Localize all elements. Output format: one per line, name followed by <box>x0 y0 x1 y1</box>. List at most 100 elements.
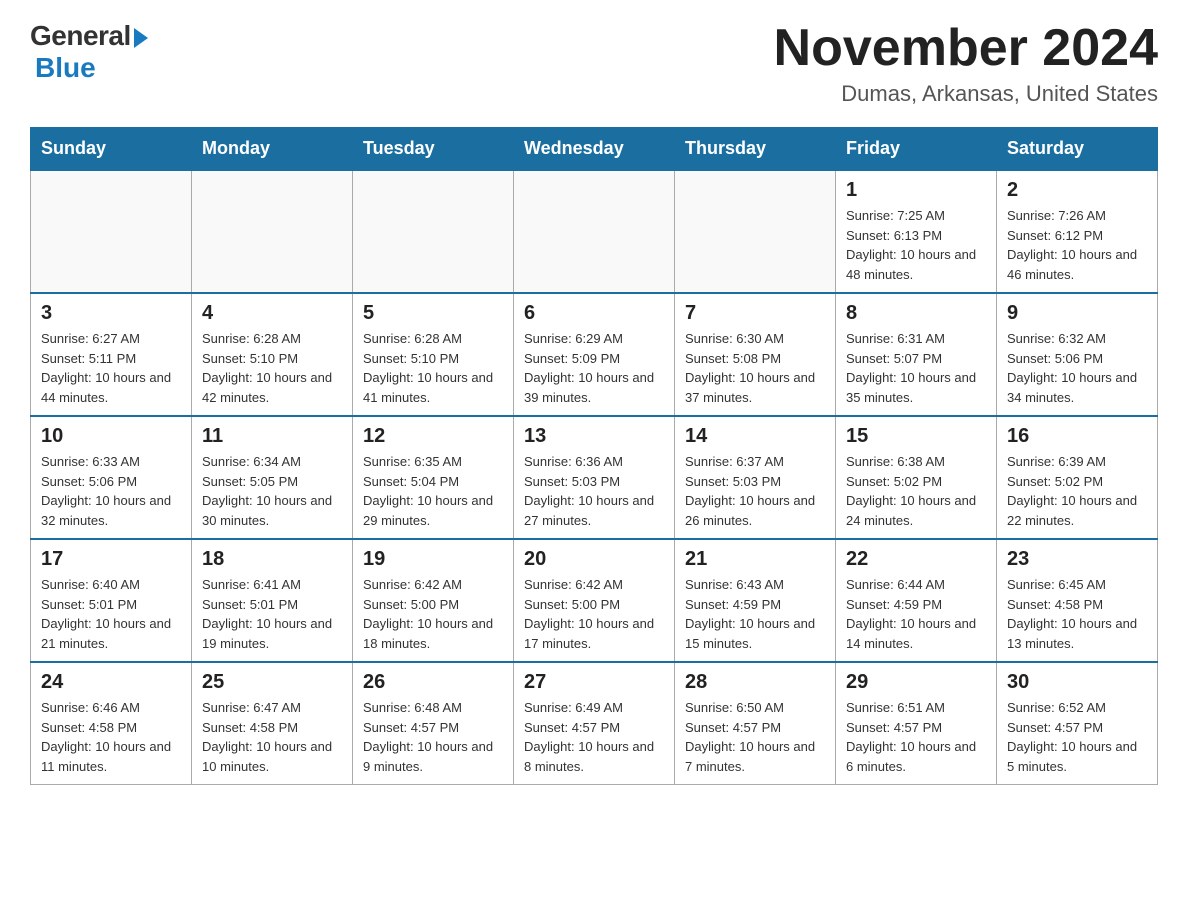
calendar-cell: 11 Sunrise: 6:34 AMSunset: 5:05 PMDayligh… <box>192 416 353 539</box>
calendar-cell: 28 Sunrise: 6:50 AMSunset: 4:57 PMDayligh… <box>675 662 836 785</box>
logo-blue-text: Blue <box>35 52 96 84</box>
day-number: 25 <box>202 671 342 694</box>
calendar-cell: 6 Sunrise: 6:29 AMSunset: 5:09 PMDaylight… <box>514 293 675 416</box>
calendar-cell: 25 Sunrise: 6:47 AMSunset: 4:58 PMDayligh… <box>192 662 353 785</box>
calendar-cell: 4 Sunrise: 6:28 AMSunset: 5:10 PMDaylight… <box>192 293 353 416</box>
week-row-1: 1Sunrise: 7:25 AMSunset: 6:13 PMDaylight… <box>31 170 1158 293</box>
day-info: Sunrise: 6:34 AMSunset: 5:05 PMDaylight:… <box>202 452 342 530</box>
day-info: Sunrise: 6:52 AMSunset: 4:57 PMDaylight:… <box>1007 698 1147 776</box>
day-number: 14 <box>685 425 825 448</box>
calendar-cell <box>31 170 192 293</box>
weekday-header-thursday: Thursday <box>675 128 836 171</box>
calendar-cell: 7Sunrise: 6:30 AMSunset: 5:08 PMDaylight… <box>675 293 836 416</box>
location-subtitle: Dumas, Arkansas, United States <box>774 81 1158 107</box>
day-info: Sunrise: 6:51 AMSunset: 4:57 PMDaylight:… <box>846 698 986 776</box>
month-year-title: November 2024 <box>774 20 1158 77</box>
day-info: Sunrise: 6:44 AMSunset: 4:59 PMDaylight:… <box>846 575 986 653</box>
calendar-cell: 1Sunrise: 7:25 AMSunset: 6:13 PMDaylight… <box>836 170 997 293</box>
day-number: 4 <box>202 302 342 325</box>
calendar-cell <box>192 170 353 293</box>
day-info: Sunrise: 6:28 AMSunset: 5:10 PMDaylight:… <box>202 329 342 407</box>
day-info: Sunrise: 6:50 AMSunset: 4:57 PMDaylight:… <box>685 698 825 776</box>
day-number: 11 <box>202 425 342 448</box>
day-info: Sunrise: 6:32 AMSunset: 5:06 PMDaylight:… <box>1007 329 1147 407</box>
day-info: Sunrise: 6:41 AMSunset: 5:01 PMDaylight:… <box>202 575 342 653</box>
calendar-cell: 18 Sunrise: 6:41 AMSunset: 5:01 PMDayligh… <box>192 539 353 662</box>
day-number: 30 <box>1007 671 1147 694</box>
calendar-cell: 23 Sunrise: 6:45 AMSunset: 4:58 PMDayligh… <box>997 539 1158 662</box>
day-number: 28 <box>685 671 825 694</box>
day-number: 10 <box>41 425 181 448</box>
day-number: 5 <box>363 302 503 325</box>
day-info: Sunrise: 6:47 AMSunset: 4:58 PMDaylight:… <box>202 698 342 776</box>
logo: General Blue <box>30 20 148 84</box>
calendar-cell: 16 Sunrise: 6:39 AMSunset: 5:02 PMDayligh… <box>997 416 1158 539</box>
day-info: Sunrise: 6:42 AMSunset: 5:00 PMDaylight:… <box>524 575 664 653</box>
day-number: 6 <box>524 302 664 325</box>
calendar-cell: 17 Sunrise: 6:40 AMSunset: 5:01 PMDayligh… <box>31 539 192 662</box>
day-info: Sunrise: 6:43 AMSunset: 4:59 PMDaylight:… <box>685 575 825 653</box>
day-number: 17 <box>41 548 181 571</box>
day-info: Sunrise: 6:42 AMSunset: 5:00 PMDaylight:… <box>363 575 503 653</box>
week-row-2: 3 Sunrise: 6:27 AMSunset: 5:11 PMDaylight… <box>31 293 1158 416</box>
calendar-cell: 2Sunrise: 7:26 AMSunset: 6:12 PMDaylight… <box>997 170 1158 293</box>
calendar-cell: 8 Sunrise: 6:31 AMSunset: 5:07 PMDaylight… <box>836 293 997 416</box>
calendar-cell: 5Sunrise: 6:28 AMSunset: 5:10 PMDaylight… <box>353 293 514 416</box>
day-info: Sunrise: 6:38 AMSunset: 5:02 PMDaylight:… <box>846 452 986 530</box>
calendar-cell: 3 Sunrise: 6:27 AMSunset: 5:11 PMDaylight… <box>31 293 192 416</box>
day-info: Sunrise: 6:29 AMSunset: 5:09 PMDaylight:… <box>524 329 664 407</box>
day-info: Sunrise: 6:37 AMSunset: 5:03 PMDaylight:… <box>685 452 825 530</box>
weekday-header-wednesday: Wednesday <box>514 128 675 171</box>
day-info: Sunrise: 6:49 AMSunset: 4:57 PMDaylight:… <box>524 698 664 776</box>
day-number: 24 <box>41 671 181 694</box>
day-info: Sunrise: 6:48 AMSunset: 4:57 PMDaylight:… <box>363 698 503 776</box>
weekday-header-monday: Monday <box>192 128 353 171</box>
logo-general-text: General <box>30 20 131 52</box>
calendar-cell: 19 Sunrise: 6:42 AMSunset: 5:00 PMDayligh… <box>353 539 514 662</box>
day-number: 23 <box>1007 548 1147 571</box>
weekday-header-sunday: Sunday <box>31 128 192 171</box>
week-row-4: 17 Sunrise: 6:40 AMSunset: 5:01 PMDayligh… <box>31 539 1158 662</box>
calendar-cell: 9Sunrise: 6:32 AMSunset: 5:06 PMDaylight… <box>997 293 1158 416</box>
day-number: 1 <box>846 179 986 202</box>
day-info: Sunrise: 6:35 AMSunset: 5:04 PMDaylight:… <box>363 452 503 530</box>
calendar-table: SundayMondayTuesdayWednesdayThursdayFrid… <box>30 127 1158 785</box>
calendar-cell: 22 Sunrise: 6:44 AMSunset: 4:59 PMDayligh… <box>836 539 997 662</box>
day-number: 18 <box>202 548 342 571</box>
day-number: 16 <box>1007 425 1147 448</box>
day-number: 8 <box>846 302 986 325</box>
calendar-cell <box>675 170 836 293</box>
day-number: 26 <box>363 671 503 694</box>
calendar-cell: 30 Sunrise: 6:52 AMSunset: 4:57 PMDayligh… <box>997 662 1158 785</box>
week-row-3: 10 Sunrise: 6:33 AMSunset: 5:06 PMDayligh… <box>31 416 1158 539</box>
calendar-cell: 21 Sunrise: 6:43 AMSunset: 4:59 PMDayligh… <box>675 539 836 662</box>
calendar-cell <box>353 170 514 293</box>
day-info: Sunrise: 6:36 AMSunset: 5:03 PMDaylight:… <box>524 452 664 530</box>
day-info: Sunrise: 6:46 AMSunset: 4:58 PMDaylight:… <box>41 698 181 776</box>
weekday-header-saturday: Saturday <box>997 128 1158 171</box>
calendar-cell: 13 Sunrise: 6:36 AMSunset: 5:03 PMDayligh… <box>514 416 675 539</box>
logo-arrow-icon <box>134 28 148 48</box>
calendar-cell: 27Sunrise: 6:49 AMSunset: 4:57 PMDayligh… <box>514 662 675 785</box>
day-number: 20 <box>524 548 664 571</box>
day-info: Sunrise: 6:31 AMSunset: 5:07 PMDaylight:… <box>846 329 986 407</box>
day-number: 15 <box>846 425 986 448</box>
day-info: Sunrise: 6:40 AMSunset: 5:01 PMDaylight:… <box>41 575 181 653</box>
day-number: 22 <box>846 548 986 571</box>
day-number: 3 <box>41 302 181 325</box>
calendar-cell: 24 Sunrise: 6:46 AMSunset: 4:58 PMDayligh… <box>31 662 192 785</box>
day-number: 19 <box>363 548 503 571</box>
calendar-cell: 20 Sunrise: 6:42 AMSunset: 5:00 PMDayligh… <box>514 539 675 662</box>
day-info: Sunrise: 6:33 AMSunset: 5:06 PMDaylight:… <box>41 452 181 530</box>
week-row-5: 24 Sunrise: 6:46 AMSunset: 4:58 PMDayligh… <box>31 662 1158 785</box>
day-number: 21 <box>685 548 825 571</box>
day-info: Sunrise: 6:27 AMSunset: 5:11 PMDaylight:… <box>41 329 181 407</box>
day-number: 29 <box>846 671 986 694</box>
day-number: 12 <box>363 425 503 448</box>
day-info: Sunrise: 6:39 AMSunset: 5:02 PMDaylight:… <box>1007 452 1147 530</box>
page-header: General Blue November 2024 Dumas, Arkans… <box>30 20 1158 107</box>
calendar-cell: 29 Sunrise: 6:51 AMSunset: 4:57 PMDayligh… <box>836 662 997 785</box>
day-info: Sunrise: 6:45 AMSunset: 4:58 PMDaylight:… <box>1007 575 1147 653</box>
calendar-cell: 10 Sunrise: 6:33 AMSunset: 5:06 PMDayligh… <box>31 416 192 539</box>
day-number: 13 <box>524 425 664 448</box>
